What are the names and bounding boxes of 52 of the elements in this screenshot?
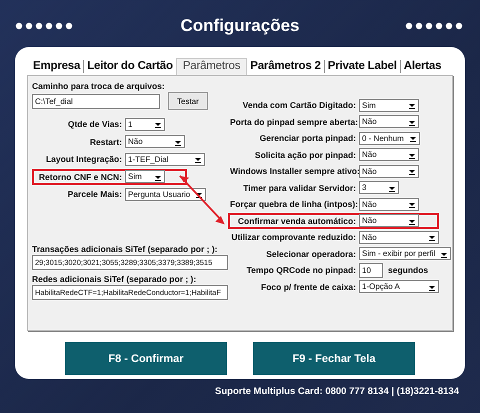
dropdown[interactable]: 0 - Nenhum <box>359 132 420 145</box>
test-button[interactable]: Testar <box>168 92 208 110</box>
dropdown[interactable]: Não <box>359 214 419 228</box>
field-label: Foco p/ frente de caixa: <box>260 282 357 292</box>
dropdown[interactable]: Não <box>359 164 419 178</box>
field-label: Retorno CNF e NCN: <box>38 172 123 182</box>
field-label: Qtde de Vias: <box>66 119 123 130</box>
dropdown[interactable]: Sim <box>125 170 165 184</box>
dropdown[interactable]: Não <box>359 230 439 244</box>
field-label: Utilizar comprovante reduzido: <box>230 232 357 242</box>
dropdown[interactable]: Não <box>125 135 185 148</box>
dropdown[interactable]: Sim - exibir por perfil <box>359 247 452 260</box>
field-label: Caminho para troca de arquivos: <box>32 81 166 91</box>
tab[interactable]: Empresa <box>30 60 84 72</box>
window-title: Configurações <box>180 16 300 36</box>
unit-label: segundos <box>388 265 428 276</box>
dot-row-icon <box>15 22 75 30</box>
field-label: Gerenciar porta pinpad: <box>258 133 357 144</box>
field-label: Forçar quebra de linha (intpos): <box>230 199 359 210</box>
tab[interactable]: Parâmetros <box>176 58 248 74</box>
tab[interactable]: Parâmetros 2 <box>247 60 324 72</box>
field-label: Venda com Cartão Digitado: <box>242 100 357 110</box>
dropdown[interactable]: 1-TEF_Dial <box>125 152 205 166</box>
dropdown[interactable]: Não <box>359 148 419 162</box>
field-label: Parcele Mais: <box>66 189 123 200</box>
field-label: Redes adicionais SiTef (separado por ; ): <box>32 274 198 284</box>
dropdown[interactable]: Sim <box>359 98 419 112</box>
dropdown[interactable]: Pergunta Usuario <box>125 188 206 201</box>
tab[interactable]: Private Label <box>324 60 400 72</box>
field-label: Solicita ação por pinpad: <box>254 150 357 160</box>
action-button[interactable]: F8 - Confirmar <box>65 342 227 375</box>
field-label: Windows Installer sempre ativo: <box>230 166 359 176</box>
action-button[interactable]: F9 - Fechar Tela <box>253 342 415 375</box>
support-text: Suporte Multiplus Card: 0800 777 8134 | (18)3221-8134 <box>215 386 459 397</box>
field-label: Transações adicionais SiTef (separado por ; ): <box>32 244 218 254</box>
dropdown[interactable]: 3 <box>359 181 399 194</box>
input-field[interactable]: C:\Tef_dial <box>32 94 160 108</box>
field-label: Selecionar operadora: <box>265 248 357 259</box>
field-label: Restart: <box>88 136 123 147</box>
tab[interactable]: Leitor do Cartão <box>84 60 176 72</box>
tab[interactable]: Alertas <box>400 60 444 72</box>
input-field[interactable]: 10 <box>359 262 383 278</box>
dropdown[interactable]: 1 <box>125 118 165 131</box>
dot-row-icon <box>405 22 465 30</box>
field-label: Confirmar venda automático: <box>236 216 357 226</box>
field-label: Layout Integração: <box>44 154 123 164</box>
field-label: Porta do pinpad sempre aberta: <box>230 116 359 127</box>
dropdown[interactable]: 1-Opção A <box>359 280 439 294</box>
dropdown[interactable]: Não <box>359 115 419 128</box>
dropdown[interactable]: Não <box>359 198 419 211</box>
field-label: Timer para validar Servidor: <box>242 182 357 193</box>
field-label: Tempo QRCode no pinpad: <box>246 265 357 276</box>
